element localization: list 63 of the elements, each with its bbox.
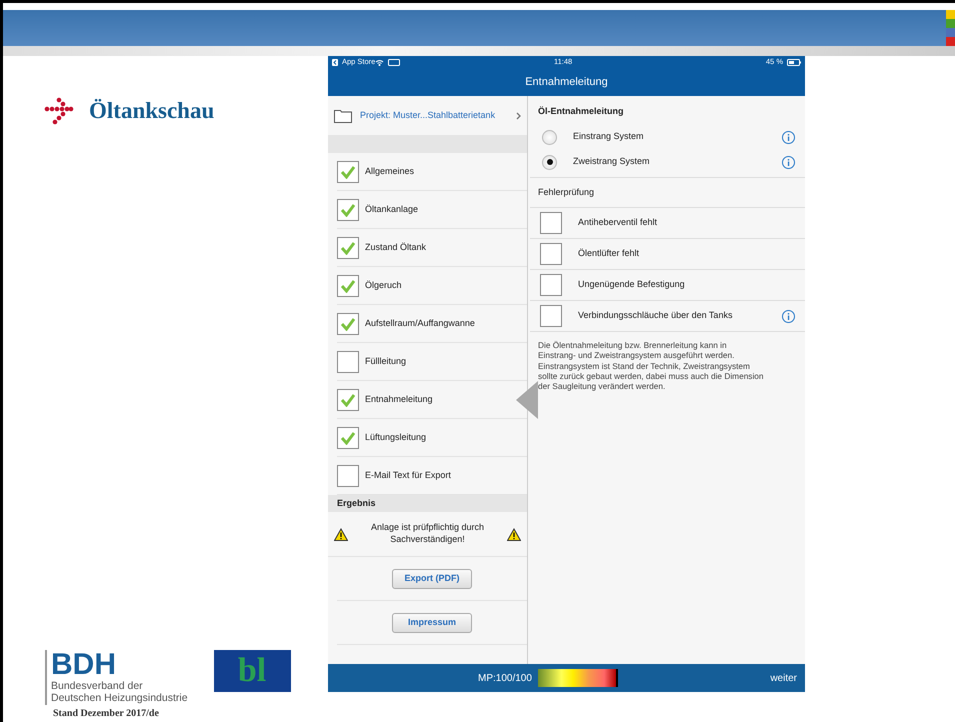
radio-button[interactable] <box>542 130 557 144</box>
nav-title: Entnahmeleitung <box>328 68 805 96</box>
footer-note: Stand Dezember 2017/de <box>52 709 160 718</box>
selection-pointer-icon <box>516 381 538 419</box>
checklist-item[interactable]: Ölgeruch <box>337 267 527 305</box>
vpn-icon <box>388 58 400 66</box>
section-title: Fehlerprüfung <box>530 176 805 207</box>
checkbox[interactable] <box>337 236 359 258</box>
check-mark-icon <box>340 164 356 178</box>
warning-icon <box>507 528 521 540</box>
chevron-right-icon <box>516 112 521 120</box>
app-button[interactable]: Export (PDF) <box>392 568 472 588</box>
option-label: Einstrang System <box>573 130 645 144</box>
app-button[interactable]: Impressum <box>392 612 472 632</box>
checkbox[interactable] <box>337 274 359 296</box>
project-link[interactable]: Projekt: Muster...Stahlbatterietank <box>328 96 527 135</box>
checklist-item[interactable]: Zustand Öltank <box>337 229 527 267</box>
checkbox[interactable] <box>337 198 359 220</box>
stripe-flag-icon <box>946 10 955 46</box>
partner-logo: bl <box>214 650 291 692</box>
option-label: Zweistrang System <box>573 155 651 168</box>
checklist-item[interactable]: Lüftungsleitung <box>337 419 527 457</box>
result-warning: Anlage ist prüfpflichtig durch Sachverständigen! <box>370 522 484 546</box>
folder-icon <box>334 108 352 122</box>
checkbox[interactable] <box>540 212 562 234</box>
checkbox[interactable] <box>337 160 359 182</box>
checklist-item[interactable]: Allgemeines <box>337 153 527 191</box>
check-mark-icon <box>340 392 356 406</box>
result-header: Ergebnis <box>328 495 527 512</box>
check-label: Antiheberventil fehlt <box>578 216 658 230</box>
checkbox[interactable] <box>337 464 359 486</box>
checklist-item[interactable]: Entnahmeleitung <box>337 381 527 419</box>
association-name: Bundesverband der Deutschen Heizungsindustrie <box>51 680 188 705</box>
check-mark-icon <box>340 430 356 444</box>
battery-icon <box>787 58 801 66</box>
score-label: MP:100/100 <box>478 672 532 686</box>
warning-icon <box>334 528 348 540</box>
checklist-item[interactable]: Öltankanlage <box>337 191 527 229</box>
dotted-arrow-icon <box>43 97 75 126</box>
checkbox[interactable] <box>337 350 359 372</box>
checkbox[interactable] <box>540 274 562 296</box>
check-mark-icon <box>340 240 356 254</box>
description-text: Die Ölentnahmeleitung bzw. Brennerleitung kann in Einstrang- und Zweistrangsystem ausgeführt werden. Einstrangsystem ist Stand der Technik, Zweistrangsystem sollte zurück gebaut werden, dabei muss auch die Dimension der Saugleitung verändert werden. <box>530 331 805 392</box>
check-mark-icon <box>340 278 356 292</box>
checklist-item[interactable]: Aufstellraum/Auffangwanne <box>337 305 527 343</box>
check-label: Ölentlüfter fehlt <box>578 247 640 260</box>
checkbox[interactable] <box>337 312 359 334</box>
check-label: Ungenügende Befestigung <box>578 278 686 292</box>
check-mark-icon <box>340 316 356 330</box>
checklist-item[interactable]: Füllleitung <box>337 343 527 381</box>
checkbox[interactable] <box>337 388 359 410</box>
back-icon <box>332 58 338 66</box>
check-mark-icon <box>340 202 356 216</box>
checkbox[interactable] <box>540 305 562 327</box>
next-link[interactable]: weiter <box>770 670 797 686</box>
wifi-icon <box>375 58 384 66</box>
section-title: Öl-Entnahmeleitung <box>537 105 624 118</box>
brand-name: Öltankschau <box>89 97 214 125</box>
checkbox[interactable] <box>540 243 562 265</box>
radio-button[interactable] <box>542 154 557 170</box>
logo-abbreviation: BDH <box>51 650 117 680</box>
checkbox[interactable] <box>337 426 359 448</box>
check-label: Verbindungsschläuche über den Tanks <box>578 309 734 322</box>
